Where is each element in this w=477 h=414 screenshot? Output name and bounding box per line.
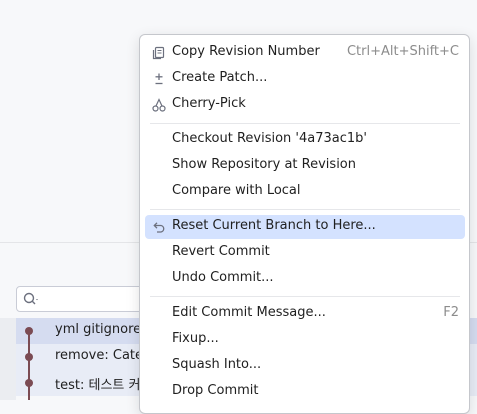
menu-item-label: Squash Into...: [172, 357, 262, 372]
gutter: [0, 318, 16, 400]
menu-item-revert-commit[interactable]: Revert Commit: [145, 241, 465, 265]
menu-item-label: Edit Commit Message...: [172, 305, 326, 320]
menu-separator: [150, 209, 460, 210]
menu-item-copy-revision-number[interactable]: Copy Revision Number Ctrl+Alt+Shift+C: [145, 41, 465, 65]
menu-item-label: Fixup...: [172, 331, 219, 346]
menu-item-label: Cherry-Pick: [172, 96, 246, 111]
menu-item-label: Show Repository at Revision: [172, 157, 356, 172]
search-icon: [22, 291, 40, 307]
menu-item-reset-current-branch[interactable]: Reset Current Branch to Here...: [145, 215, 465, 239]
menu-item-edit-commit-message[interactable]: Edit Commit Message... F2: [145, 302, 465, 326]
patch-icon: [151, 71, 167, 87]
menu-item-checkout-revision[interactable]: Checkout Revision '4a73ac1b': [145, 128, 465, 152]
menu-item-undo-commit[interactable]: Undo Commit...: [145, 267, 465, 291]
menu-item-compare-with-local[interactable]: Compare with Local: [145, 180, 465, 204]
menu-item-shortcut: Ctrl+Alt+Shift+C: [346, 44, 459, 59]
menu-item-label: Drop Commit: [172, 383, 259, 398]
menu-item-label: Undo Commit...: [172, 270, 274, 285]
menu-item-drop-commit[interactable]: Drop Commit: [145, 380, 465, 404]
menu-item-label: Copy Revision Number: [172, 44, 320, 59]
commit-message: remove: Cate: [55, 348, 144, 363]
menu-item-shortcut: F2: [443, 305, 459, 320]
menu-item-show-repository-at-revision[interactable]: Show Repository at Revision: [145, 154, 465, 178]
undo-arrow-icon: [151, 219, 167, 235]
menu-item-cherry-pick[interactable]: Cherry-Pick: [145, 93, 465, 117]
search-input[interactable]: [16, 286, 156, 312]
menu-item-create-patch[interactable]: Create Patch...: [145, 67, 465, 91]
menu-item-label: Create Patch...: [172, 70, 268, 85]
menu-item-label: Revert Commit: [172, 244, 270, 259]
menu-item-label: Reset Current Branch to Here...: [172, 218, 376, 233]
menu-item-fixup[interactable]: Fixup...: [145, 328, 465, 352]
menu-item-squash-into[interactable]: Squash Into...: [145, 354, 465, 378]
context-menu: Copy Revision Number Ctrl+Alt+Shift+C Cr…: [139, 34, 470, 414]
graph-line: [28, 330, 30, 400]
menu-item-label: Checkout Revision '4a73ac1b': [172, 131, 367, 146]
cherry-pick-icon: [151, 97, 167, 113]
menu-separator: [150, 123, 460, 124]
commit-message: yml gitignore: [55, 322, 142, 337]
copy-icon: [151, 45, 167, 61]
commit-message: test: 테스트 커: [55, 378, 141, 393]
menu-separator: [150, 296, 460, 297]
menu-item-label: Compare with Local: [172, 183, 301, 198]
